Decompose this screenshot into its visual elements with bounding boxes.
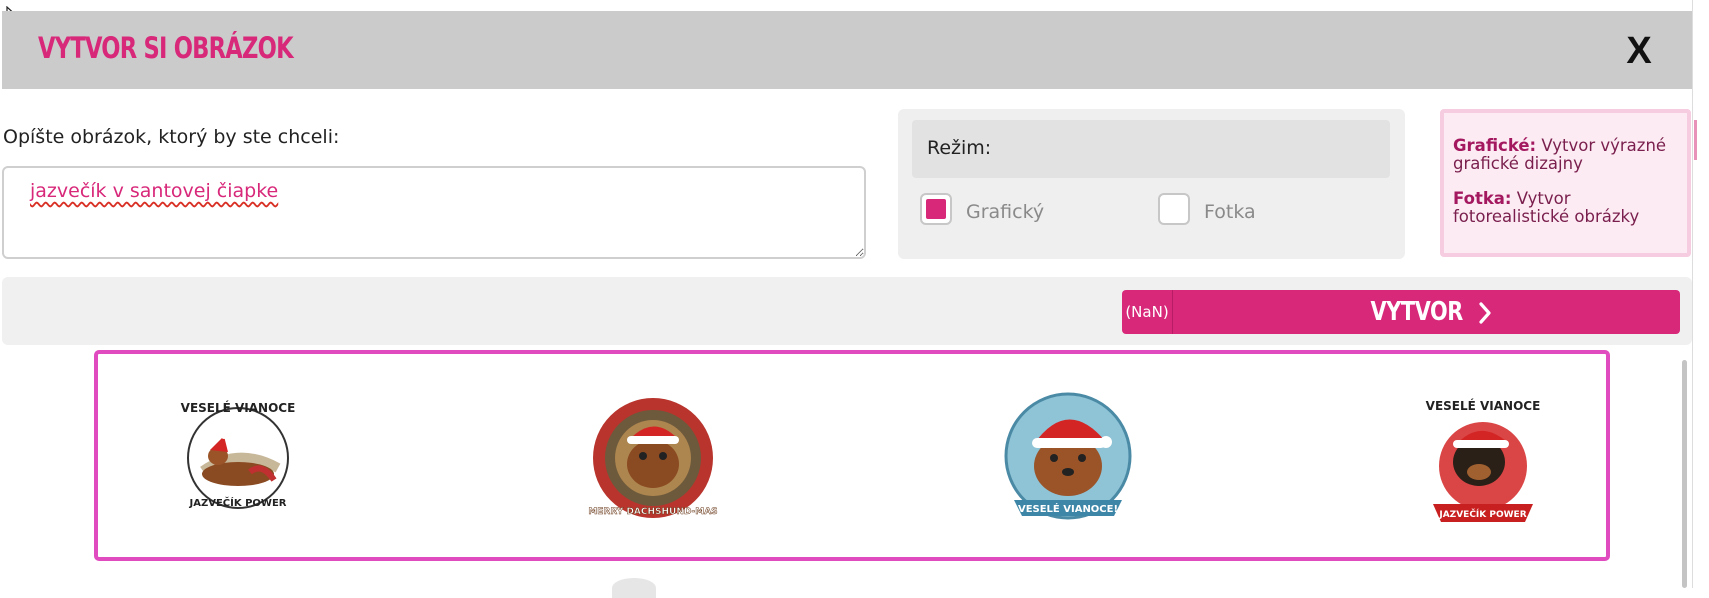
gallery-text-overlay: VESELÉ VIANOCE JAZVEČÍK POWER bbox=[181, 400, 296, 509]
gallery-item-bottom-text: MERRY DACHSHUND-MAS bbox=[588, 507, 717, 517]
gallery-image-4[interactable]: VESELÉ VIANOCE JAZVEČÍK POWER bbox=[1403, 376, 1563, 536]
mode-option-graphic[interactable]: Grafický bbox=[920, 193, 1100, 229]
gallery-image-1[interactable]: VESELÉ VIANOCE JAZVEČÍK POWER bbox=[158, 376, 318, 536]
close-button[interactable]: X bbox=[1620, 31, 1658, 71]
info-photo: Fotka: Vytvor fotorealistické obrázky bbox=[1453, 190, 1678, 226]
prompt-label: Opíšte obrázok, ktorý by ste chceli: bbox=[3, 126, 340, 148]
info-photo-term: Fotka: bbox=[1453, 189, 1512, 208]
info-graphic: Grafické: Vytvor výrazné grafické dizajn… bbox=[1453, 137, 1678, 173]
page-edge-accent bbox=[1694, 120, 1697, 160]
scrollbar-thumb[interactable] bbox=[1682, 360, 1687, 588]
action-bar: (NaN) VYTVOR bbox=[2, 277, 1692, 345]
scrollbar[interactable] bbox=[1682, 360, 1690, 588]
partial-next-image bbox=[612, 578, 656, 598]
gallery-text-overlay: MERRY DACHSHUND-MAS bbox=[588, 507, 718, 518]
credit-counter: (NaN) bbox=[1122, 290, 1173, 334]
gallery-image-3[interactable]: VESELÉ VIANOCE! bbox=[988, 376, 1148, 536]
photo-checkbox[interactable] bbox=[1158, 193, 1190, 225]
info-graphic-term: Grafické: bbox=[1453, 136, 1537, 155]
gallery-image-2[interactable]: MERRY DACHSHUND-MAS bbox=[573, 376, 733, 536]
gallery-item-bottom-text: VESELÉ VIANOCE! bbox=[1018, 502, 1118, 515]
gallery-item-top-text: VESELÉ VIANOCE bbox=[181, 400, 296, 415]
chevron-right-icon bbox=[1479, 301, 1491, 324]
mode-label: Režim: bbox=[927, 137, 992, 159]
mode-info-box: Grafické: Vytvor výrazné grafické dizajn… bbox=[1440, 109, 1691, 257]
gallery-item-bottom-text: JAZVEČÍK POWER bbox=[1438, 508, 1526, 520]
gallery-item-bottom-text: JAZVEČÍK POWER bbox=[189, 496, 287, 509]
prompt-textarea[interactable]: jazvečík v santovej čiapke bbox=[2, 166, 866, 259]
graphic-option-label: Grafický bbox=[966, 201, 1045, 223]
create-button-label-wrap: VYTVOR bbox=[1172, 290, 1680, 334]
mode-header: Režim: bbox=[912, 120, 1390, 178]
mode-option-photo[interactable]: Fotka bbox=[1158, 193, 1318, 229]
image-gallery: VESELÉ VIANOCE JAZVEČÍK POWER MERRY DACH… bbox=[94, 350, 1610, 561]
gallery-text-overlay: VESELÉ VIANOCE! bbox=[1018, 502, 1118, 515]
gallery-item-top-text: VESELÉ VIANOCE bbox=[1426, 398, 1541, 413]
graphic-checkbox[interactable] bbox=[920, 193, 952, 225]
modal-header: VYTVOR SI OBRÁZOK X bbox=[2, 11, 1692, 89]
modal-title: VYTVOR SI OBRÁZOK bbox=[38, 31, 294, 65]
photo-option-label: Fotka bbox=[1204, 201, 1256, 223]
create-button[interactable]: (NaN) VYTVOR bbox=[1122, 290, 1680, 334]
create-button-label: VYTVOR bbox=[1370, 297, 1463, 327]
window-edge bbox=[1692, 0, 1709, 588]
gallery-text-overlay: VESELÉ VIANOCE JAZVEČÍK POWER bbox=[1426, 398, 1541, 520]
mode-panel: Režim: Grafický Fotka bbox=[898, 109, 1405, 259]
